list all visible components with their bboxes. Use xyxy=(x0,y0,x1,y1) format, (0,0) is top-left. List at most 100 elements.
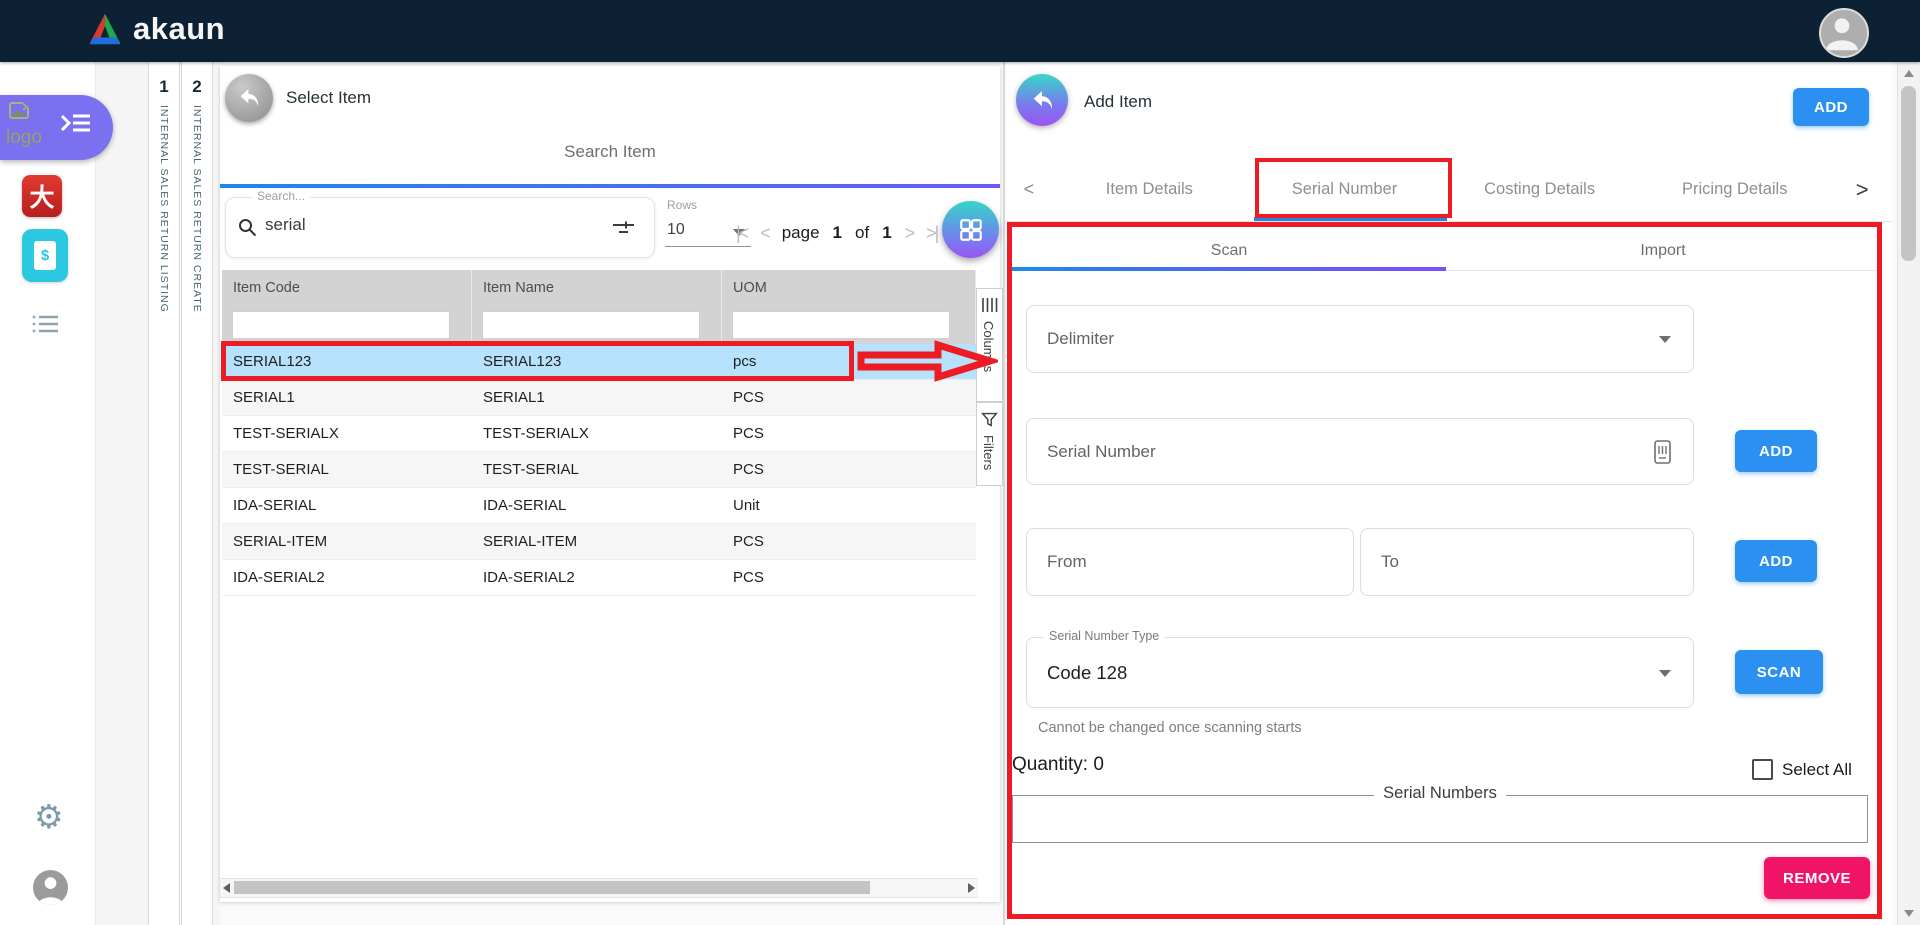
cell-item-name: TEST-SERIALX xyxy=(472,416,722,451)
select-all-checkbox[interactable] xyxy=(1752,759,1773,780)
scrollbar-thumb[interactable] xyxy=(1901,86,1916,261)
quantity-value: 0 xyxy=(1093,754,1104,775)
add-serial-button[interactable]: ADD xyxy=(1735,430,1817,472)
delimiter-select[interactable]: Delimiter xyxy=(1026,305,1694,373)
scroll-down-arrow-icon[interactable] xyxy=(1904,910,1914,917)
prev-page-button[interactable]: < xyxy=(760,223,769,244)
tabs-prev-button[interactable]: < xyxy=(1006,179,1052,200)
list-menu-icon[interactable] xyxy=(32,314,60,334)
select-all-control[interactable]: Select All xyxy=(1752,759,1852,780)
grid-view-button[interactable] xyxy=(942,201,999,258)
cell-item-name: IDA-SERIAL2 xyxy=(472,560,722,595)
table-row[interactable]: SERIAL1 SERIAL1 PCS xyxy=(222,380,976,416)
user-avatar[interactable] xyxy=(1819,8,1869,58)
to-field[interactable]: To xyxy=(1360,528,1694,596)
serial-number-type-select[interactable]: Serial Number Type Code 128 xyxy=(1026,637,1694,708)
cell-item-code: TEST-SERIAL xyxy=(222,452,472,487)
filter-cell xyxy=(722,306,976,344)
scroll-right-arrow-icon[interactable] xyxy=(968,883,975,893)
table-row[interactable]: SERIAL-ITEM SERIAL-ITEM PCS xyxy=(222,524,976,560)
cell-item-name: SERIAL-ITEM xyxy=(472,524,722,559)
item-name-filter-input[interactable] xyxy=(482,311,700,339)
person-icon xyxy=(1821,10,1863,52)
app-icon-documents[interactable]: $ xyxy=(22,229,68,282)
horizontal-scrollbar[interactable] xyxy=(220,878,978,898)
quantity-label: Quantity: xyxy=(1012,754,1088,775)
filters-side-tab[interactable]: Filters xyxy=(976,402,1003,486)
total-pages: 1 xyxy=(882,223,891,243)
back-button[interactable] xyxy=(225,74,273,122)
select-all-label: Select All xyxy=(1782,760,1852,780)
table-row[interactable]: TEST-SERIALX TEST-SERIALX PCS xyxy=(222,416,976,452)
scroll-up-arrow-icon[interactable] xyxy=(1904,70,1914,77)
tab-number: 2 xyxy=(182,77,212,97)
tab-costing-details[interactable]: Costing Details xyxy=(1442,180,1637,199)
tab-search-item[interactable]: Search Item xyxy=(220,142,1000,162)
search-field: Search... xyxy=(225,197,655,258)
tab-underline xyxy=(220,184,1000,188)
vertical-scrollbar[interactable] xyxy=(1897,62,1920,925)
scrollbar-thumb[interactable] xyxy=(234,881,870,894)
pagination: |< < page 1 of 1 > >| xyxy=(736,218,937,248)
back-button[interactable] xyxy=(1016,74,1068,126)
scan-button[interactable]: SCAN xyxy=(1735,650,1823,694)
tab-item-details[interactable]: Item Details xyxy=(1052,180,1247,199)
workspace-tab-listing[interactable]: 1 INTERNAL SALES RETURN LISTING xyxy=(148,62,180,925)
profile-icon[interactable] xyxy=(33,870,68,905)
cell-item-code: SERIAL-ITEM xyxy=(222,524,472,559)
add-range-button[interactable]: ADD xyxy=(1735,540,1817,582)
columns-tab-label: Columns xyxy=(981,321,996,372)
add-item-button[interactable]: ADD xyxy=(1793,88,1869,126)
cell-item-name: TEST-SERIAL xyxy=(472,452,722,487)
serial-number-label: Serial Number xyxy=(1047,442,1156,462)
table-row[interactable]: IDA-SERIAL2 IDA-SERIAL2 PCS xyxy=(222,560,976,596)
from-field[interactable]: From xyxy=(1026,528,1354,596)
app-header: akaun xyxy=(0,0,1920,62)
indent-menu-icon[interactable] xyxy=(60,112,92,134)
filter-icon[interactable] xyxy=(612,218,635,238)
cell-item-name: SERIAL1 xyxy=(472,380,722,415)
table-row-selected[interactable]: SERIAL123 SERIAL123 pcs xyxy=(222,344,976,380)
serial-numbers-fieldset[interactable]: Serial Numbers xyxy=(1012,795,1868,843)
scan-tab-underline xyxy=(1012,267,1446,271)
serial-number-field[interactable]: Serial Number xyxy=(1026,418,1694,485)
remove-button[interactable]: REMOVE xyxy=(1764,857,1870,899)
tab-serial-number[interactable]: Serial Number xyxy=(1247,180,1442,199)
item-code-filter-input[interactable] xyxy=(232,311,450,339)
panel-title: Select Item xyxy=(286,88,371,108)
column-header-item-name[interactable]: Item Name xyxy=(472,270,722,306)
column-header-item-code[interactable]: Item Code xyxy=(222,270,472,306)
tab-scan[interactable]: Scan xyxy=(1012,232,1446,270)
tab-import[interactable]: Import xyxy=(1446,232,1880,270)
brand-triangle-icon xyxy=(86,11,124,47)
page-word: page xyxy=(782,223,820,243)
table-filter-row xyxy=(222,306,976,344)
first-page-button[interactable]: |< xyxy=(736,223,747,244)
active-tab-underline xyxy=(1254,217,1447,221)
cell-item-name: SERIAL123 xyxy=(472,344,722,379)
tab-pricing-details[interactable]: Pricing Details xyxy=(1637,180,1832,199)
app-icon-red[interactable]: 大 xyxy=(22,175,62,217)
workspace-tab-create[interactable]: 2 INTERNAL SALES RETURN CREATE xyxy=(181,62,213,925)
cell-uom: PCS xyxy=(722,380,972,415)
columns-side-tab[interactable]: Columns xyxy=(976,288,1003,402)
column-header-uom[interactable]: UOM xyxy=(722,270,976,306)
logo-pill[interactable]: logo xyxy=(0,95,113,160)
tab-label: INTERNAL SALES RETURN LISTING xyxy=(158,105,170,313)
last-page-button[interactable]: >| xyxy=(926,223,937,244)
table-row[interactable]: IDA-SERIAL IDA-SERIAL Unit xyxy=(222,488,976,524)
to-label: To xyxy=(1381,552,1399,572)
table-row[interactable]: TEST-SERIAL TEST-SERIAL PCS xyxy=(222,452,976,488)
search-input[interactable] xyxy=(263,214,567,236)
filter-cell xyxy=(222,306,472,344)
uom-filter-input[interactable] xyxy=(732,311,950,339)
cell-uom: PCS xyxy=(722,416,972,451)
scroll-left-arrow-icon[interactable] xyxy=(223,883,230,893)
serial-type-label: Serial Number Type xyxy=(1043,629,1165,643)
search-icon xyxy=(238,218,257,237)
tabs-next-button[interactable]: > xyxy=(1832,177,1892,203)
panel-title: Add Item xyxy=(1084,92,1152,112)
settings-gear-icon[interactable]: ⚙ xyxy=(34,800,64,833)
next-page-button[interactable]: > xyxy=(905,223,914,244)
chevron-down-icon xyxy=(1659,336,1671,343)
